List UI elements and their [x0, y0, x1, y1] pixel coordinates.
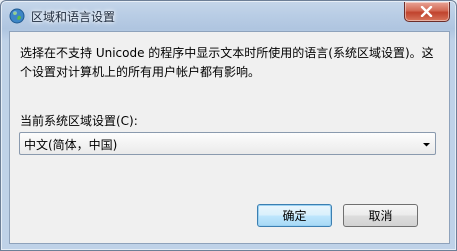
- globe-icon: [9, 8, 25, 24]
- locale-select[interactable]: 中文(简体，中国): [19, 132, 436, 155]
- window-title: 区域和语言设置: [31, 10, 116, 24]
- title-bar[interactable]: 区域和语言设置: [1, 1, 456, 31]
- chevron-down-icon: [422, 138, 431, 152]
- locale-label: 当前系统区域设置(C):: [20, 114, 138, 128]
- ok-button[interactable]: 确定: [257, 204, 332, 227]
- dialog-body: 选择在不支持 Unicode 的程序中显示文本时所使用的语言(系统区域设置)。这…: [9, 31, 450, 244]
- locale-select-value: 中文(简体，中国): [24, 138, 118, 152]
- close-button[interactable]: [404, 2, 450, 22]
- cancel-button[interactable]: 取消: [343, 204, 418, 227]
- description-text: 选择在不支持 Unicode 的程序中显示文本时所使用的语言(系统区域设置)。这…: [20, 46, 434, 79]
- dialog-window: 区域和语言设置 选择在不支持 Unicode 的程序中显示文本时所使用的语言(系…: [0, 0, 457, 251]
